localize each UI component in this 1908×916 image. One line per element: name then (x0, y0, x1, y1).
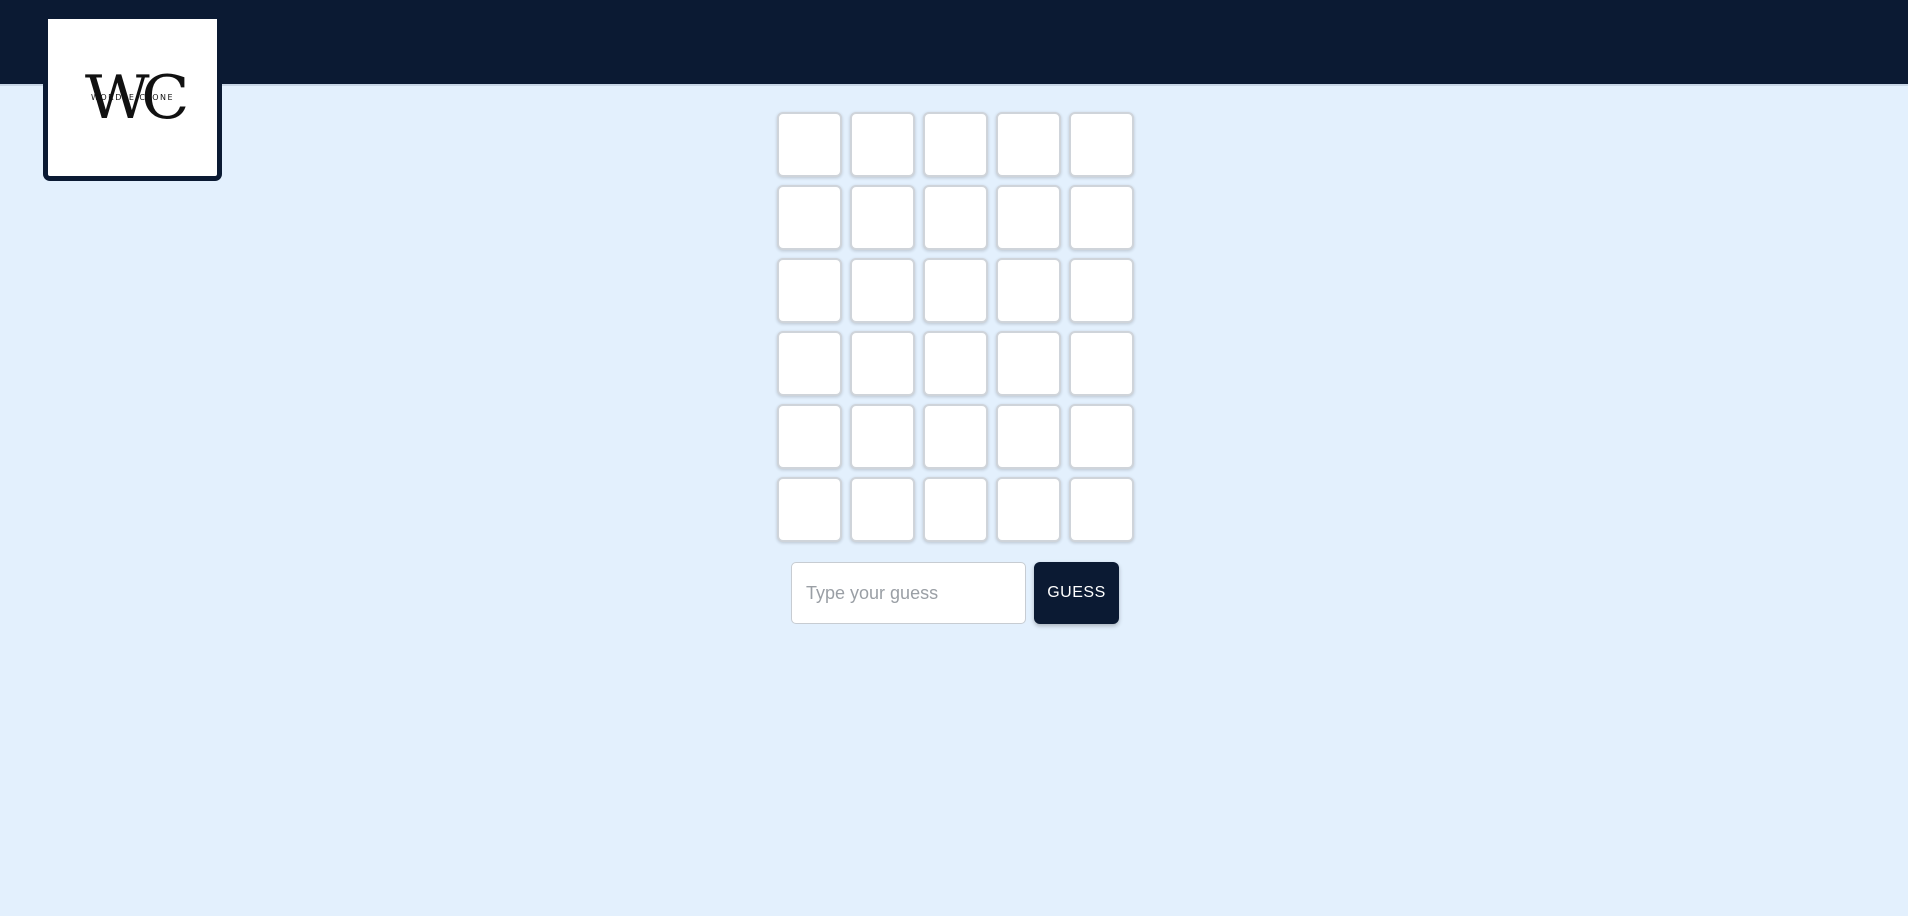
board-tile (923, 112, 988, 177)
board-tile (996, 331, 1061, 396)
board-tile (923, 185, 988, 250)
board-tile (777, 404, 842, 469)
board-tile (850, 112, 915, 177)
board-tile (850, 404, 915, 469)
guess-button[interactable]: GUESS (1034, 562, 1119, 624)
board-tile (996, 404, 1061, 469)
board-tile (923, 258, 988, 323)
board-tile (1069, 185, 1134, 250)
top-header-bar (0, 0, 1908, 86)
board-tile (923, 477, 988, 542)
board-tile (996, 258, 1061, 323)
board-tile (850, 477, 915, 542)
game-board (777, 112, 1134, 542)
board-tile (850, 258, 915, 323)
board-tile (777, 185, 842, 250)
board-tile (1069, 258, 1134, 323)
board-tile (923, 331, 988, 396)
board-tile (1069, 477, 1134, 542)
board-tile (1069, 112, 1134, 177)
board-tile (923, 404, 988, 469)
board-tile (777, 331, 842, 396)
board-tile (996, 112, 1061, 177)
board-tile (850, 331, 915, 396)
board-tile (1069, 404, 1134, 469)
board-tile (850, 185, 915, 250)
board-tile (996, 477, 1061, 542)
board-tile (777, 477, 842, 542)
board-tile (777, 258, 842, 323)
board-tile (1069, 331, 1134, 396)
board-tile (777, 112, 842, 177)
guess-input[interactable] (791, 562, 1026, 624)
logo-caption: WORDLE CLONE (90, 92, 175, 102)
app-logo: WC WORDLE CLONE (43, 19, 222, 181)
logo-mark: WC WORDLE CLONE (73, 63, 193, 133)
board-tile (996, 185, 1061, 250)
